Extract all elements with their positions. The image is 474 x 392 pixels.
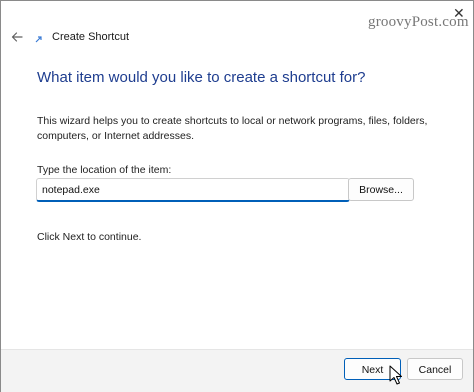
dialog-title: Create Shortcut (52, 31, 130, 43)
create-shortcut-dialog: ✕ groovyPost.com Create Shortcut What it… (0, 0, 474, 392)
title-bar: ✕ groovyPost.com (1, 1, 473, 30)
continue-hint: Click Next to continue. (37, 231, 142, 243)
browse-button[interactable]: Browse... (348, 178, 414, 201)
wizard-description: This wizard helps you to create shortcut… (37, 115, 428, 142)
location-input[interactable] (36, 178, 350, 202)
page-heading: What item would you like to create a sho… (37, 69, 366, 86)
cancel-button[interactable]: Cancel (407, 358, 463, 380)
mouse-pointer-icon (389, 365, 402, 385)
shortcut-app-icon (35, 36, 42, 43)
watermark: groovyPost.com (368, 14, 469, 30)
back-arrow-icon[interactable] (10, 30, 24, 44)
location-label: Type the location of the item: (37, 164, 172, 176)
